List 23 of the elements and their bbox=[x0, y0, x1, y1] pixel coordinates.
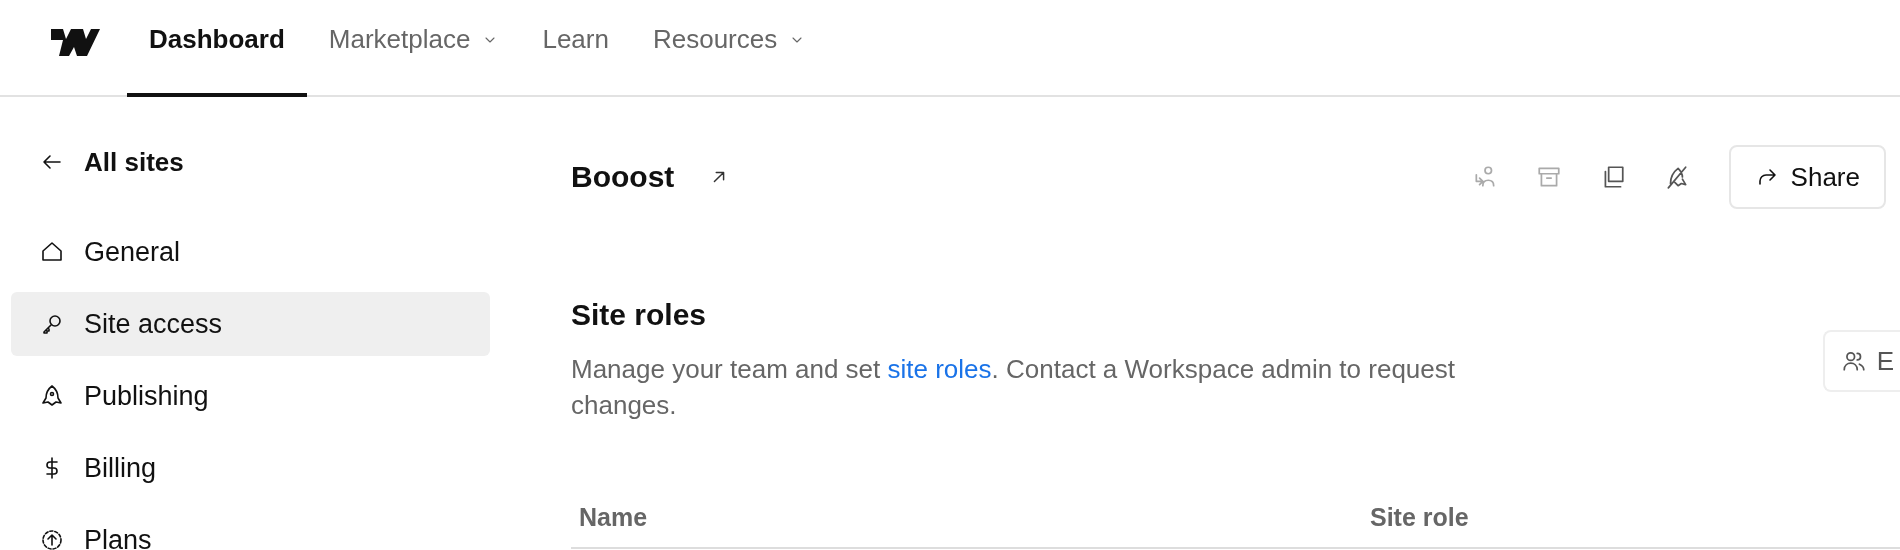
nav-tab[interactable]: Marketplace bbox=[306, 0, 521, 97]
sidebar-item[interactable]: Publishing bbox=[11, 364, 490, 428]
section-heading: Site roles bbox=[571, 297, 708, 333]
description-text: Manage your team and set site roles. Contact a Workspace admin to request changes. bbox=[571, 353, 1456, 422]
site-roles-link[interactable]: site roles bbox=[887, 354, 992, 384]
column-header: Site role bbox=[1370, 503, 1469, 533]
column-header: Name bbox=[578, 503, 649, 533]
logo-icon[interactable] bbox=[49, 26, 101, 57]
sidebar-item[interactable]: Billing bbox=[11, 436, 490, 500]
nav-tab[interactable]: Learn bbox=[520, 0, 631, 97]
sidebar-item[interactable]: Site access bbox=[11, 292, 490, 356]
site-title: Booost bbox=[571, 160, 675, 194]
key-icon bbox=[40, 312, 64, 336]
nav-tab[interactable]: Dashboard bbox=[127, 0, 307, 97]
rocket-icon bbox=[40, 384, 64, 408]
share-button[interactable]: Share bbox=[1728, 145, 1886, 209]
upgrade-icon bbox=[40, 528, 64, 550]
members-button[interactable]: E bbox=[1822, 330, 1900, 392]
nav-tab[interactable]: Resources bbox=[630, 0, 828, 97]
sidebar-item[interactable]: General bbox=[11, 220, 490, 284]
home-icon bbox=[40, 240, 64, 264]
back-link[interactable]: All sites bbox=[11, 142, 490, 182]
sidebar-item[interactable]: Plans bbox=[11, 508, 490, 550]
